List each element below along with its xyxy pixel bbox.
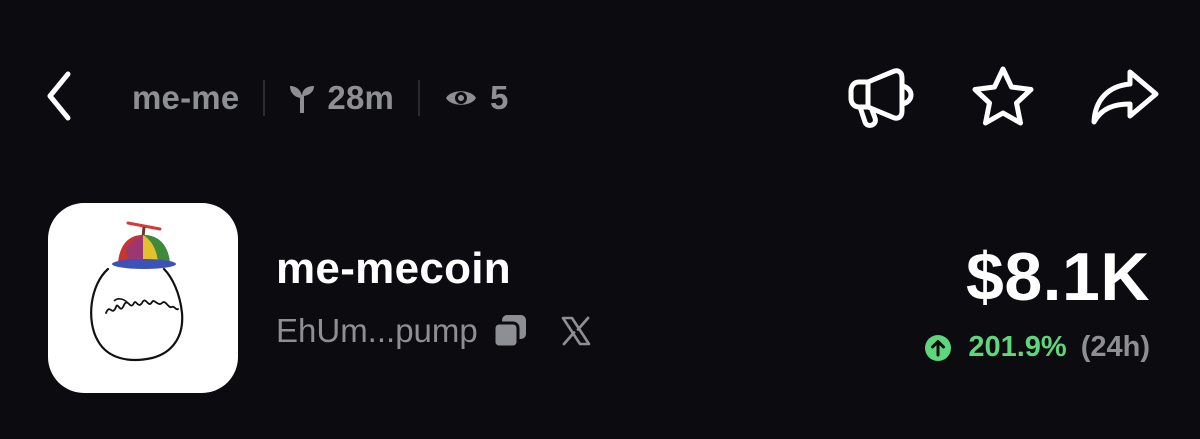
ticker-label: me-me [132, 79, 240, 116]
token-screen: me-me 28m 5 me-mecoin EhUm...pump $8.1K … [0, 0, 1200, 439]
propeller-hat-egg-drawing [90, 221, 184, 362]
copy-icon [492, 315, 526, 349]
favorite-button[interactable] [968, 62, 1038, 132]
price-change: 201.9% (24h) [924, 331, 1150, 364]
token-address: EhUm...pump [276, 312, 478, 349]
share-button[interactable] [1090, 62, 1160, 132]
price-block: $8.1K 201.9% (24h) [924, 241, 1150, 364]
market-cap-value: $8.1K [966, 239, 1150, 315]
token-name: me-mecoin [276, 244, 511, 293]
token-summary: me-mecoin EhUm...pump $8.1K 201.9% (24h) [0, 203, 1200, 395]
divider [418, 80, 421, 116]
share-arrow-icon [1091, 69, 1159, 125]
star-icon [972, 66, 1034, 126]
token-info: me-mecoin EhUm...pump [276, 243, 596, 353]
change-percent: 201.9% [968, 331, 1067, 363]
age-value: 28m [327, 79, 395, 116]
chevron-left-icon [47, 71, 71, 121]
age-indicator: 28m [289, 79, 394, 117]
viewers-count: 5 [490, 79, 509, 116]
change-period: (24h) [1080, 331, 1150, 363]
x-logo-icon [561, 316, 591, 346]
arrow-up-circle-icon [925, 334, 952, 361]
token-address-row: EhUm...pump [276, 309, 596, 353]
back-button[interactable] [30, 66, 90, 126]
header-actions [846, 62, 1160, 132]
top-bar: me-me 28m 5 [0, 58, 1200, 136]
viewers-indicator: 5 [444, 79, 509, 117]
sprout-icon [290, 86, 315, 113]
divider [263, 80, 266, 116]
x-social-link[interactable] [556, 311, 596, 351]
token-avatar[interactable] [48, 203, 238, 393]
promote-button[interactable] [846, 62, 916, 132]
megaphone-icon [848, 68, 914, 128]
token-meta: me-me 28m 5 [132, 76, 509, 120]
eye-icon [446, 91, 477, 105]
copy-address-button[interactable] [490, 311, 530, 351]
